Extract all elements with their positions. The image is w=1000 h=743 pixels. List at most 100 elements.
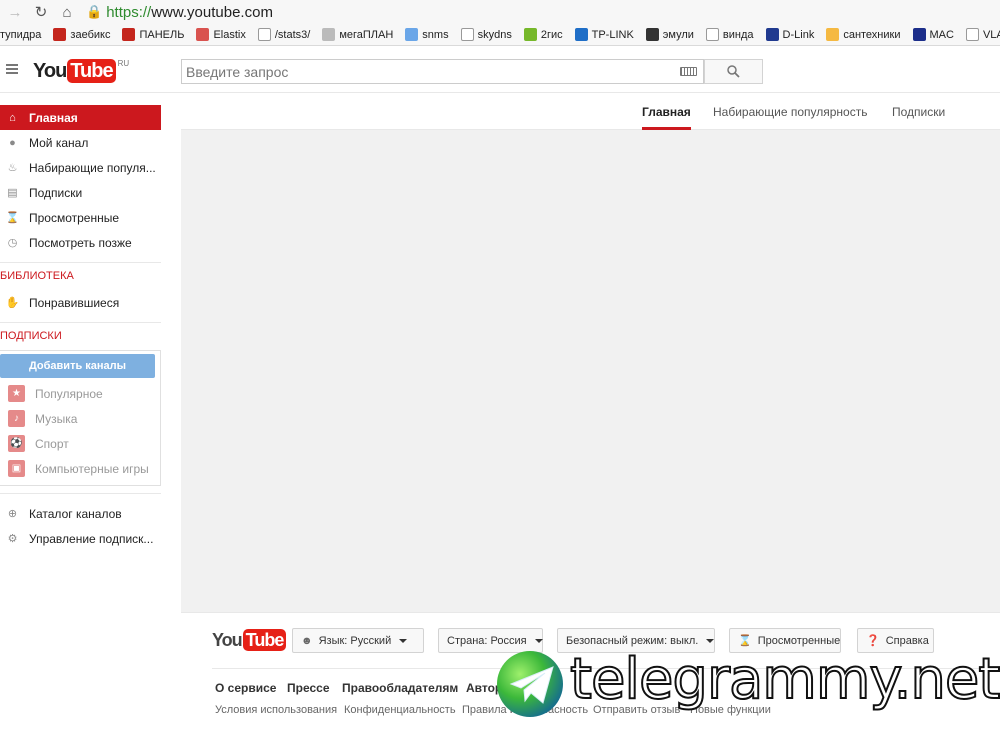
language-button[interactable]: ☻ Язык: Русский — [292, 628, 424, 653]
subscriptions-heading[interactable]: ПОДПИСКИ — [0, 330, 62, 342]
content-tabs: Главная Набирающие популярность Подписки — [181, 93, 1000, 130]
suggested-item-label: Спорт — [35, 436, 69, 451]
bookmark-item[interactable]: эмули — [645, 28, 694, 41]
country-button[interactable]: Страна: Россия — [438, 628, 543, 653]
bookmark-item[interactable]: snms — [405, 28, 449, 41]
footer-logo-you: You — [212, 630, 243, 650]
sidebar-item-home[interactable]: ⌂ Главная — [0, 105, 161, 130]
sidebar-divider — [0, 262, 161, 263]
bookmark-item[interactable]: мегаПЛАН — [322, 28, 393, 41]
sidebar-item-label: Каталог каналов — [29, 506, 122, 521]
bookmark-favicon-icon — [257, 28, 271, 41]
bookmark-item[interactable]: skydns — [460, 28, 512, 41]
gear-icon: ⚙ — [7, 533, 18, 545]
home-button-icon[interactable]: ⌂ — [56, 1, 78, 23]
bookmark-item[interactable]: D-Link — [765, 28, 815, 41]
bookmark-favicon-icon — [826, 28, 840, 41]
sidebar-item-subscriptions[interactable]: ▤ Подписки — [0, 180, 161, 205]
footer-link-privacy[interactable]: Конфиденциальность — [344, 704, 456, 716]
bookmark-item[interactable]: MAC — [912, 28, 954, 41]
bookmark-item[interactable]: Elastix — [196, 28, 246, 41]
bookmark-label: D-Link — [782, 28, 815, 41]
url-scheme: https:// — [106, 3, 152, 21]
bookmark-label: сантехники — [843, 28, 901, 41]
sidebar-item-label: Управление подписк... — [29, 531, 154, 546]
footer-link-copyright[interactable]: Правообладателям — [342, 681, 458, 695]
telegrammy-watermark: telegrammy.net — [497, 646, 1000, 721]
bookmark-item[interactable]: 2гис — [523, 28, 563, 41]
footer-link-terms[interactable]: Условия использования — [215, 704, 337, 716]
search-input[interactable] — [182, 60, 680, 83]
tab-subscriptions[interactable]: Подписки — [892, 93, 945, 130]
suggested-item-music[interactable]: ♪ Музыка — [0, 406, 158, 431]
bookmark-label: snms — [422, 28, 449, 41]
bookmark-favicon-icon — [322, 28, 336, 41]
suggested-channels-box: Добавить каналы ★ Популярное ♪ Музыка ⚽ Спо… — [0, 350, 161, 486]
youtube-header: You Tube RU — [0, 46, 1000, 93]
bookmark-favicon-icon — [53, 28, 67, 41]
sidebar-item-my-channel[interactable]: ● Мой канал — [0, 130, 161, 155]
sidebar-item-label: Главная — [29, 110, 78, 125]
bookmark-label: тупидра — [0, 28, 42, 41]
music-note-icon: ♪ — [8, 410, 25, 427]
tab-trending[interactable]: Набирающие популярность — [713, 93, 867, 130]
bookmark-item[interactable]: винда — [705, 28, 754, 41]
footer-link-about[interactable]: О сервисе — [215, 681, 276, 695]
chevron-down-icon — [706, 638, 715, 643]
bookmark-item[interactable]: ПАНЕЛЬ — [122, 28, 184, 41]
search-icon — [727, 65, 740, 78]
bookmark-label: TP-LINK — [591, 28, 634, 41]
bookmark-label: Elastix — [213, 28, 246, 41]
logo-tube: Tube — [67, 59, 116, 83]
watermark-text: telegrammy.net — [569, 646, 1000, 713]
sidebar-item-trending[interactable]: ♨ Набирающие популя... — [0, 155, 161, 180]
forward-arrow-icon[interactable]: → — [4, 1, 26, 23]
clock-icon: ◷ — [7, 237, 18, 249]
safe-mode-label: Безопасный режим: выкл. — [566, 634, 699, 647]
bookmark-item[interactable]: /stats3/ — [257, 28, 311, 41]
hamburger-menu-icon[interactable] — [6, 64, 18, 74]
search-button[interactable] — [704, 59, 763, 84]
bookmark-item[interactable]: сантехники — [826, 28, 901, 41]
bookmark-label: мегаПЛАН — [339, 28, 394, 41]
sidebar-item-manage-subscriptions[interactable]: ⚙ Управление подписк... — [0, 526, 161, 551]
bookmark-favicon-icon — [405, 28, 419, 41]
sidebar-item-label: Мой канал — [29, 135, 89, 150]
sidebar-divider — [0, 322, 161, 323]
bookmark-favicon-icon — [912, 28, 926, 41]
bookmark-favicon-icon — [705, 28, 719, 41]
hourglass-icon: ⌛ — [5, 212, 20, 224]
bookmark-label: /stats3/ — [274, 28, 311, 41]
footer-logo-tube: Tube — [242, 629, 287, 651]
footer-link-press[interactable]: Прессе — [287, 681, 330, 695]
sidebar-item-liked[interactable]: ✋ Понравившиеся — [0, 290, 161, 315]
address-bar[interactable]: 🔒 https://www.youtube.com — [86, 1, 1000, 23]
keyboard-icon[interactable] — [680, 67, 697, 76]
bookmark-label: 2гис — [540, 28, 563, 41]
sidebar-item-history[interactable]: ⌛ Просмотренные — [0, 205, 161, 230]
library-heading[interactable]: БИБЛИОТЕКА — [0, 270, 74, 282]
footer-logo[interactable]: You Tube — [212, 629, 287, 651]
subscriptions-icon: ▤ — [7, 187, 18, 199]
add-channels-button[interactable]: Добавить каналы — [0, 354, 155, 378]
flame-icon: ♨ — [7, 162, 18, 174]
bookmark-item[interactable]: заебикс — [53, 28, 110, 41]
suggested-item-sport[interactable]: ⚽ Спорт — [0, 431, 158, 456]
browser-toolbar: → ↻ ⌂ 🔒 https://www.youtube.com — [0, 0, 1000, 24]
suggested-item-games[interactable]: ▣ Компьютерные игры — [0, 456, 158, 481]
bookmark-label: эмули — [662, 28, 694, 41]
bookmarks-bar: тупидра заебикс ПАНЕЛЬ Elastix/stats3/мегаП… — [0, 24, 1000, 46]
sidebar-item-channel-catalog[interactable]: ⊕ Каталог каналов — [0, 501, 161, 526]
bookmark-item[interactable]: TP-LINK — [574, 28, 634, 41]
content-area — [181, 130, 1000, 612]
reload-icon[interactable]: ↻ — [30, 1, 52, 23]
bookmark-favicon-icon — [122, 28, 136, 41]
suggested-item-popular[interactable]: ★ Популярное — [0, 381, 158, 406]
tab-home[interactable]: Главная — [642, 93, 691, 130]
bookmark-item[interactable]: тупидра — [0, 29, 41, 41]
youtube-logo[interactable]: You Tube RU — [33, 59, 129, 83]
browser-window: → ↻ ⌂ 🔒 https://www.youtube.com тупидра з… — [0, 0, 1000, 743]
bookmark-label: заебикс — [70, 28, 111, 41]
sidebar-item-watch-later[interactable]: ◷ Посмотреть позже — [0, 230, 161, 255]
bookmark-item[interactable]: VLAN — [965, 28, 1000, 41]
